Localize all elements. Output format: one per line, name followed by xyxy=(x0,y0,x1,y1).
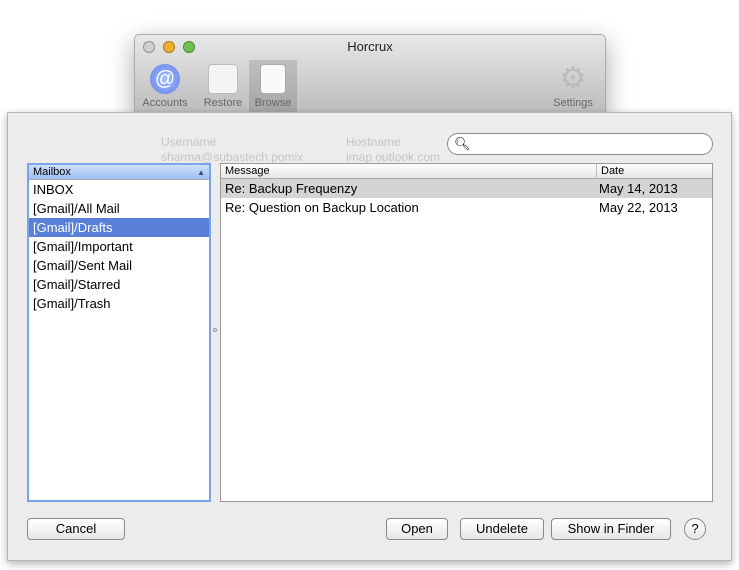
documents-icon xyxy=(260,64,286,94)
message-subject: Re: Backup Frequenzy xyxy=(225,181,358,196)
split-handle[interactable] xyxy=(213,328,217,332)
message-date: May 14, 2013 xyxy=(599,181,678,196)
mailbox-header[interactable]: Mailbox ▲ xyxy=(29,165,209,180)
message-subject: Re: Question on Backup Location xyxy=(225,200,419,215)
cancel-button[interactable]: Cancel xyxy=(27,518,125,540)
ghost-value: sharma@subastech.pomix xyxy=(161,150,304,164)
at-icon: @ xyxy=(150,64,180,94)
toolbar-label: Browse xyxy=(254,97,292,109)
column-date[interactable]: Date xyxy=(596,164,624,179)
sort-ascending-icon: ▲ xyxy=(197,168,205,177)
mailbox-list[interactable]: Mailbox ▲ INBOX [Gmail]/All Mail [Gmail]/… xyxy=(27,163,211,502)
mailbox-item[interactable]: [Gmail]/Trash xyxy=(29,294,209,313)
column-message[interactable]: Message xyxy=(225,165,270,177)
message-date: May 22, 2013 xyxy=(599,200,678,215)
toolbar: Horcrux @ Accounts Restore Browse ⚙ Settin… xyxy=(135,35,605,113)
mailbox-item[interactable]: [Gmail]/Starred xyxy=(29,275,209,294)
search-field[interactable]: 🔍︎ xyxy=(447,133,713,155)
header-label: Mailbox xyxy=(33,166,71,178)
mailbox-item[interactable]: [Gmail]/All Mail xyxy=(29,199,209,218)
ghost-column: Hostname xyxy=(346,135,401,149)
mailbox-item-selected[interactable]: [Gmail]/Drafts xyxy=(29,218,209,237)
toolbar-accounts[interactable]: @ Accounts xyxy=(141,60,189,113)
message-row[interactable]: Re: Question on Backup Location May 22, 2… xyxy=(221,198,712,217)
toolbar-settings[interactable]: ⚙ Settings xyxy=(549,60,597,113)
toolbar-restore[interactable]: Restore xyxy=(199,60,247,113)
window-title: Horcrux xyxy=(347,39,393,54)
toolbar-browse[interactable]: Browse xyxy=(249,60,297,113)
mailbox-item[interactable]: [Gmail]/Sent Mail xyxy=(29,256,209,275)
message-table-header: Message Date xyxy=(221,164,712,179)
mailbox-item[interactable]: INBOX xyxy=(29,180,209,199)
message-row[interactable]: Re: Backup Frequenzy May 14, 2013 xyxy=(221,179,712,198)
help-button[interactable]: ? xyxy=(684,518,706,540)
show-in-finder-button[interactable]: Show in Finder xyxy=(551,518,671,540)
ghost-column: Username xyxy=(161,135,217,149)
toolbar-label: Accounts xyxy=(142,97,188,109)
switch-icon xyxy=(208,64,238,94)
undelete-button[interactable]: Undelete xyxy=(460,518,544,540)
toolbar-label: Settings xyxy=(553,97,593,109)
browse-sheet: Username Hostname sharma@subastech.pomix… xyxy=(7,112,732,561)
gear-icon: ⚙ xyxy=(559,62,587,95)
open-button[interactable]: Open xyxy=(386,518,448,540)
toolbar-label: Restore xyxy=(203,97,243,109)
ghost-value: imap.outlook.com xyxy=(346,150,441,164)
mailbox-item[interactable]: [Gmail]/Important xyxy=(29,237,209,256)
message-table[interactable]: Message Date Re: Backup Frequenzy May 14, … xyxy=(220,163,713,502)
search-icon: 🔍︎ xyxy=(454,136,471,151)
